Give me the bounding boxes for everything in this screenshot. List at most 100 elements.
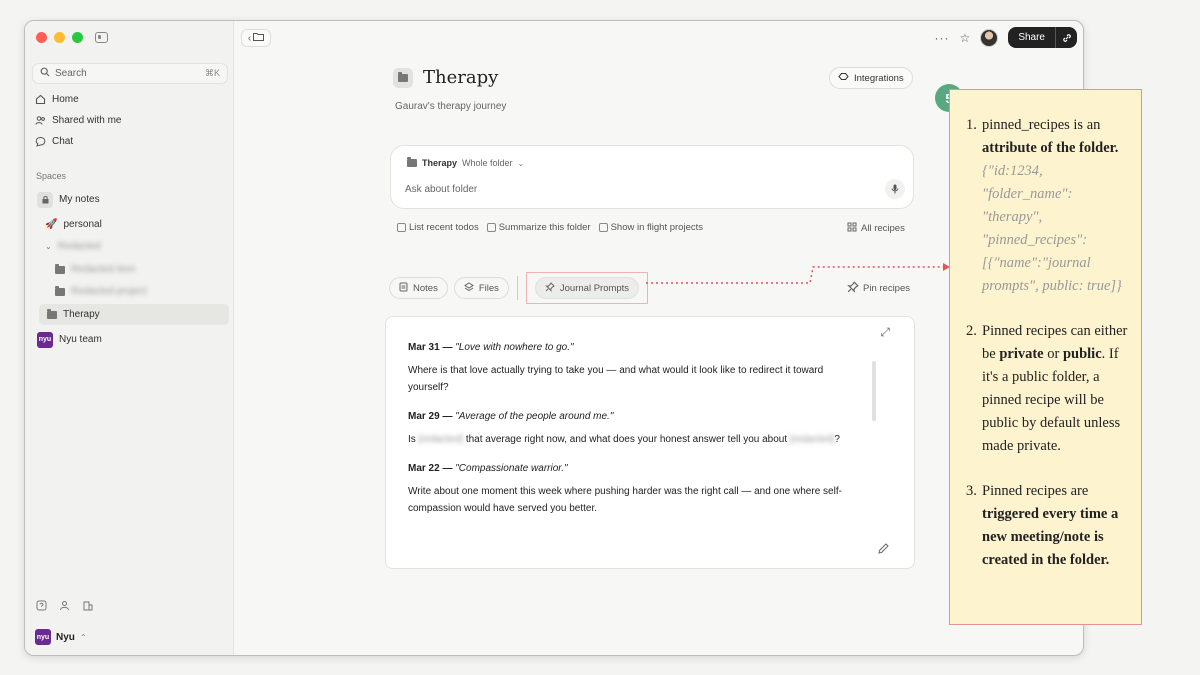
ask-input[interactable] xyxy=(405,184,875,195)
entry-heading: Mar 31 — "Love with nowhere to go." xyxy=(408,342,574,353)
content-tabs: Notes Files Journal Prompts xyxy=(389,272,649,304)
more-options-icon[interactable]: ··· xyxy=(935,31,950,45)
star-icon[interactable]: ☆ xyxy=(960,31,971,45)
tab-notes[interactable]: Notes xyxy=(389,277,448,299)
sidebar-item-shared[interactable]: Shared with me xyxy=(35,115,121,126)
microphone-icon[interactable] xyxy=(885,179,905,199)
scope-label: Whole folder xyxy=(462,158,513,168)
workspace-switcher[interactable]: nyu Nyu ⌃ xyxy=(35,629,87,645)
sidebar-item-label: Redacted project xyxy=(71,286,147,297)
layers-icon xyxy=(463,281,474,295)
folder-icon xyxy=(407,157,417,167)
sidebar-item-label: Redacted item xyxy=(71,264,136,275)
maximize-window-button[interactable] xyxy=(72,32,83,43)
sidebar-item-redacted-1[interactable]: Redacted item xyxy=(53,259,247,280)
sidebar: Search ⌘K Home Shared with me Chat Space… xyxy=(25,21,234,655)
annotation-note: 1. pinned_recipes is an attribute of the… xyxy=(949,89,1142,625)
lock-icon xyxy=(37,191,53,208)
chevron-down-icon: ⌄ xyxy=(45,242,52,251)
sidebar-item-my-notes[interactable]: My notes xyxy=(35,189,229,210)
page-subtitle: Gaurav's therapy journey xyxy=(395,101,507,112)
sidebar-item-chat[interactable]: Chat xyxy=(35,136,73,147)
page-title: Therapy xyxy=(423,67,499,88)
entry-text: Write about one moment this week where p… xyxy=(408,486,842,514)
app-window: Search ⌘K Home Shared with me Chat Space… xyxy=(24,20,1084,656)
journal-content: Mar 31 — "Love with nowhere to go." Wher… xyxy=(408,339,848,544)
spaces-heading: Spaces xyxy=(36,171,67,181)
sidebar-item-home[interactable]: Home xyxy=(35,94,79,105)
integrations-icon xyxy=(838,72,849,84)
tab-label: Notes xyxy=(413,282,438,294)
tab-divider xyxy=(516,276,518,300)
copy-link-icon[interactable] xyxy=(1055,27,1077,48)
folder-icon xyxy=(55,285,65,296)
sidebar-item-label: Home xyxy=(52,94,79,105)
sidebar-item-personal[interactable]: 🚀 personal xyxy=(43,214,237,235)
expand-icon[interactable]: ⤢ xyxy=(880,325,890,340)
search-placeholder: Search xyxy=(55,68,87,79)
notes-icon xyxy=(399,282,408,295)
entry-text: Where is that love actually trying to ta… xyxy=(408,365,824,393)
journal-entry: Mar 31 — "Love with nowhere to go." Wher… xyxy=(408,339,848,396)
grid-icon xyxy=(847,222,857,235)
sidebar-footer-icons xyxy=(36,600,93,614)
page-header: Therapy xyxy=(393,67,498,88)
pin-icon xyxy=(545,281,555,295)
sidebar-item-label: Nyu team xyxy=(59,334,102,345)
minimize-window-button[interactable] xyxy=(54,32,65,43)
journal-entry: Mar 29 — "Average of the people around m… xyxy=(408,408,848,448)
sidebar-item-label: Shared with me xyxy=(52,115,122,126)
entry-heading: Mar 22 — "Compassionate warrior." xyxy=(408,463,568,474)
chevron-left-icon: ‹ xyxy=(247,32,252,44)
topbar-actions: ··· ☆ Share xyxy=(935,27,1077,48)
person-icon[interactable] xyxy=(59,600,70,614)
back-folder-button[interactable]: ‹ xyxy=(241,29,271,47)
people-icon xyxy=(35,115,46,126)
chat-icon xyxy=(35,136,46,147)
sidebar-item-redacted-group[interactable]: ⌄ Redacted xyxy=(43,236,237,257)
sidebar-item-label: My notes xyxy=(59,194,100,205)
tab-label: Files xyxy=(478,282,499,294)
suggestion-list-todos[interactable]: List recent todos xyxy=(397,222,479,233)
scope-selector[interactable]: Therapy Whole folder ⌄ xyxy=(401,155,530,171)
pin-recipes-button[interactable]: Pin recipes xyxy=(847,281,910,296)
all-recipes-button[interactable]: All recipes xyxy=(847,222,905,235)
search-shortcut: ⌘K xyxy=(204,68,220,78)
sidebar-item-label: Therapy xyxy=(63,309,100,320)
sidebar-item-therapy[interactable]: Therapy xyxy=(39,304,229,325)
sidebar-toggle-icon[interactable] xyxy=(95,32,108,43)
tab-files[interactable]: Files xyxy=(453,277,509,299)
search-bar[interactable]: Search ⌘K xyxy=(32,63,228,84)
chevron-updown-icon: ⌃ xyxy=(79,632,87,642)
checkbox-icon xyxy=(486,223,496,232)
suggestion-summarize[interactable]: Summarize this folder xyxy=(486,222,591,233)
entry-heading: Mar 29 — "Average of the people around m… xyxy=(408,411,614,422)
integrations-button[interactable]: Integrations xyxy=(829,67,913,89)
tab-label: Journal Prompts xyxy=(559,282,630,294)
scrollbar[interactable] xyxy=(872,361,876,421)
scope-folder-label: Therapy xyxy=(422,158,458,168)
sidebar-item-redacted-2[interactable]: Redacted project xyxy=(53,281,247,302)
workspace-logo-icon: nyu xyxy=(35,629,51,645)
annotation-item: 3. Pinned recipes are triggered every ti… xyxy=(966,483,1119,568)
suggestion-label: Show in flight projects xyxy=(610,222,704,233)
checkbox-icon xyxy=(598,223,608,232)
all-recipes-label: All recipes xyxy=(861,223,905,234)
annotation-item: 1. pinned_recipes is an attribute of the… xyxy=(966,117,1122,294)
sidebar-item-label: Redacted xyxy=(57,241,101,252)
avatar[interactable] xyxy=(980,28,999,47)
pin-icon xyxy=(847,281,859,296)
tab-journal-prompts[interactable]: Journal Prompts xyxy=(534,277,640,299)
journal-entry: Mar 22 — "Compassionate warrior." Write … xyxy=(408,460,848,517)
building-icon[interactable] xyxy=(82,600,93,614)
integrations-label: Integrations xyxy=(854,72,904,84)
suggestion-projects[interactable]: Show in flight projects xyxy=(598,222,704,233)
share-button[interactable]: Share xyxy=(1008,27,1055,48)
window-controls xyxy=(36,32,83,43)
pencil-icon[interactable] xyxy=(877,542,890,558)
help-icon[interactable] xyxy=(36,600,47,614)
sidebar-item-team[interactable]: nyu Nyu team xyxy=(35,329,229,350)
share-group: Share xyxy=(1008,27,1077,48)
annotation-item: 2. Pinned recipes can either be private … xyxy=(966,323,1128,454)
close-window-button[interactable] xyxy=(36,32,47,43)
